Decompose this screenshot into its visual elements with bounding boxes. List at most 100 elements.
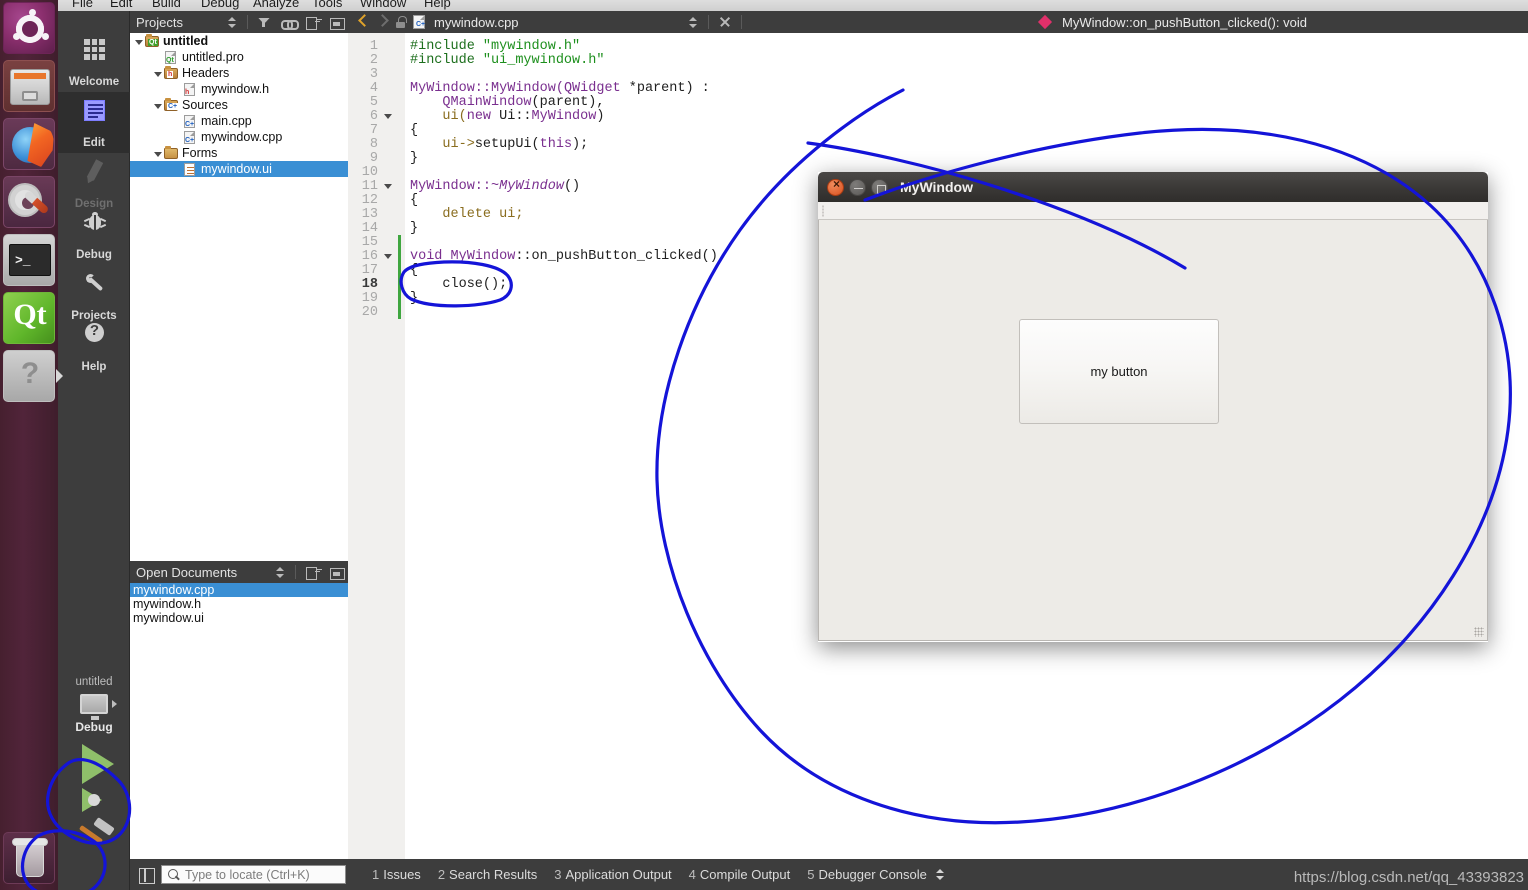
code-line[interactable]: QMainWindow(parent), [410,95,604,110]
close-icon[interactable] [718,15,732,29]
navigation-arrows [358,15,388,29]
tree-item-untitled[interactable]: Qt untitled [130,33,348,49]
chevron-down-icon[interactable] [153,148,164,159]
target-selector-icon[interactable] [80,694,108,720]
panel-selector-icon[interactable] [223,15,238,30]
code-line[interactable]: delete ui; [410,207,523,222]
code-line[interactable]: ui->setupUi(this); [410,137,588,152]
fold-marker-icon[interactable] [384,181,395,192]
code-line[interactable]: } [410,151,418,166]
mode-welcome[interactable]: Welcome [58,31,130,92]
code-line[interactable]: close(); [410,277,507,292]
tree-item-mywindow-h[interactable]: h mywindow.h [130,81,348,97]
filter-icon[interactable] [257,15,272,30]
open-document-item[interactable]: mywindow.cpp [130,583,348,597]
fold-marker-icon[interactable] [384,251,395,262]
close-icon[interactable] [827,177,845,196]
document-selector-icon[interactable] [684,15,699,30]
menu-tools[interactable]: Tools [312,0,342,10]
help-icon[interactable]: ? [3,350,63,402]
locator-input[interactable]: Type to locate (Ctrl+K) [161,865,346,884]
chevron-down-icon[interactable] [134,36,145,47]
trash-icon[interactable] [3,832,55,884]
updown-icon[interactable] [933,867,946,882]
close-icon[interactable] [329,565,345,580]
nav-back-icon[interactable] [358,15,368,29]
unlocked-icon[interactable] [394,15,407,29]
mode-edit[interactable]: Edit [58,92,130,153]
editor-tab-filename[interactable]: mywindow.cpp [434,15,519,30]
code-line[interactable]: ui(new Ui::MyWindow) [410,109,604,124]
output-tab-issues[interactable]: 1 Issues [372,867,421,882]
system-settings-icon[interactable] [3,176,55,228]
code-line[interactable]: MyWindow::MyWindow(QWidget *parent) : [410,81,710,96]
maximize-icon[interactable] [871,178,888,196]
link-icon[interactable] [281,15,299,30]
code-token: ( [531,137,540,152]
code-line[interactable]: } [410,221,418,236]
code-line[interactable]: MyWindow::~MyWindow() [410,179,580,194]
sidebar-toggle-icon[interactable] [136,865,156,885]
resize-grip-icon[interactable] [1474,627,1484,637]
panel-selector-icon[interactable] [271,565,286,580]
code-line[interactable]: void MyWindow::on_pushButton_clicked() [410,249,718,264]
chevron-down-icon[interactable] [153,100,164,111]
split-icon[interactable] [305,565,320,580]
tree-item-sources[interactable]: C+ Sources [130,97,348,113]
code-line[interactable] [410,305,418,320]
split-icon[interactable] [305,15,320,30]
output-tab-debugger-console[interactable]: 5 Debugger Console [807,867,927,882]
mywindow-menubar[interactable] [818,202,1488,220]
open-document-item[interactable]: mywindow.h [130,597,348,611]
tree-item-untitled-pro[interactable]: Qt untitled.pro [130,49,348,65]
ubuntu-dash-icon[interactable] [3,2,55,54]
menu-edit[interactable]: Edit [110,0,132,10]
mywindow-titlebar[interactable]: MyWindow [818,172,1488,202]
menu-help[interactable]: Help [424,0,451,10]
change-marker [398,263,401,277]
files-strip [14,73,46,79]
build-button[interactable] [78,817,115,848]
mode-debug[interactable]: Debug [58,204,130,265]
firefox-icon[interactable] [3,118,55,170]
mywindow-application[interactable]: MyWindow my button [818,172,1488,642]
code-line[interactable]: } [410,291,418,306]
menu-analyze[interactable]: Analyze [253,0,299,10]
menu-window[interactable]: Window [360,0,406,10]
mode-help[interactable]: ? Help [58,316,130,377]
qt-creator-icon[interactable]: Qt [3,292,55,344]
output-tab-compile-output[interactable]: 4 Compile Output [689,867,791,882]
menu-debug[interactable]: Debug [201,0,239,10]
open-document-item[interactable]: mywindow.ui [130,611,348,625]
code-line[interactable]: { [410,193,418,208]
my-button[interactable]: my button [1019,319,1219,424]
output-tab-application-output[interactable]: 3 Application Output [554,867,671,882]
code-token: #include [410,39,483,54]
code-line[interactable]: { [410,263,418,278]
run-button[interactable] [82,744,114,784]
fold-marker-icon[interactable] [384,111,395,122]
tree-item-mywindow-cpp[interactable]: C+ mywindow.cpp [130,129,348,145]
chevron-down-icon[interactable] [153,68,164,79]
cpp-file-icon: C+ [183,114,198,128]
symbol-breadcrumb[interactable]: MyWindow::on_pushButton_clicked(): void [1028,11,1307,33]
code-line[interactable]: { [410,123,418,138]
tree-item-forms[interactable]: Forms [130,145,348,161]
code-line[interactable] [410,165,418,180]
code-token: #include [410,53,483,68]
minimize-icon[interactable] [849,178,866,196]
code-line[interactable]: #include "mywindow.h" [410,39,580,54]
tree-item-mywindow-ui[interactable]: mywindow.ui [130,161,348,177]
tree-item-headers[interactable]: h Headers [130,65,348,81]
output-tab-search-results[interactable]: 2 Search Results [438,867,537,882]
tree-item-main-cpp[interactable]: C+ main.cpp [130,113,348,129]
close-icon[interactable] [329,15,345,30]
code-line[interactable] [410,67,418,82]
menu-build[interactable]: Build [152,0,181,10]
files-icon[interactable] [3,60,55,112]
code-line[interactable] [410,235,418,250]
terminal-icon[interactable]: >_ [3,234,55,286]
code-line[interactable]: #include "ui_mywindow.h" [410,53,604,68]
nav-forward-icon[interactable] [378,15,388,29]
menu-file[interactable]: File [72,0,93,10]
